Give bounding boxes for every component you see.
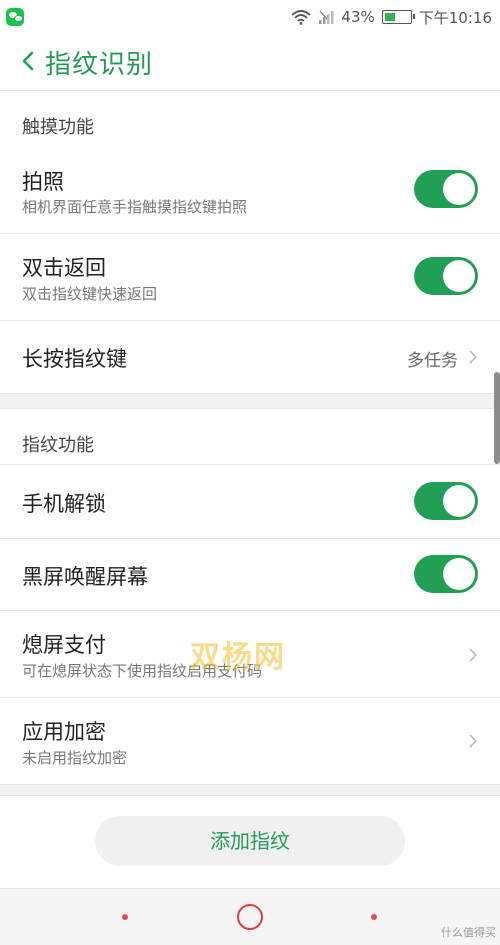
toggle-knob <box>443 558 475 590</box>
section-header-fingerprint: 指纹功能 <box>0 409 500 465</box>
chevron-right-icon <box>469 734 478 748</box>
setting-row-wake-screen[interactable]: 黑屏唤醒屏幕 <box>0 539 500 611</box>
toggle-knob <box>443 173 475 205</box>
footer-divider <box>0 785 500 796</box>
home-icon[interactable] <box>237 904 263 930</box>
back-dot-icon[interactable] <box>371 914 377 920</box>
row-value: 多任务 <box>407 351 458 371</box>
section-divider <box>0 394 500 409</box>
back-arrow-icon[interactable] <box>18 48 40 74</box>
photo-toggle[interactable] <box>414 170 478 208</box>
setting-row-photo[interactable]: 拍照 相机界面任意手指触摸指纹键拍照 <box>0 146 500 234</box>
scroll-handle[interactable] <box>494 372 500 464</box>
clock: 下午10:16 <box>418 8 492 27</box>
status-indicators: 43% 下午10:16 <box>291 0 492 34</box>
section-header-label: 指纹功能 <box>22 435 94 456</box>
toggle-knob <box>443 485 475 517</box>
setting-row-long-press[interactable]: 长按指纹键 多任务 <box>0 321 500 394</box>
menu-dot-icon[interactable] <box>122 914 128 920</box>
corner-watermark: 什么值得买 <box>441 926 496 939</box>
setting-row-unlock[interactable]: 手机解锁 <box>0 465 500 539</box>
row-subtitle: 双击指纹键快速返回 <box>22 285 158 303</box>
signal-icon <box>319 10 334 24</box>
wake-screen-toggle[interactable] <box>414 555 478 593</box>
row-title: 双击返回 <box>22 256 106 280</box>
unlock-toggle[interactable] <box>414 482 478 520</box>
row-title: 熄屏支付 <box>22 633 106 657</box>
double-tap-toggle[interactable] <box>414 257 478 295</box>
toggle-knob <box>443 260 475 292</box>
section-header-touch: 触摸功能 <box>0 91 500 147</box>
watermark: 双杨网 <box>190 640 286 675</box>
row-title: 手机解锁 <box>22 492 106 516</box>
row-title: 应用加密 <box>22 720 106 744</box>
add-fingerprint-button[interactable]: 添加指纹 <box>95 816 405 866</box>
page-title: 指纹识别 <box>45 50 154 80</box>
title-bar: 指纹识别 <box>0 34 500 91</box>
row-subtitle: 相机界面任意手指触摸指纹键拍照 <box>22 198 248 216</box>
chevron-right-icon <box>469 648 478 662</box>
setting-row-double-tap-back[interactable]: 双击返回 双击指纹键快速返回 <box>0 234 500 321</box>
setting-row-app-lock[interactable]: 应用加密 未启用指纹加密 <box>0 698 500 785</box>
navigation-bar <box>0 888 500 945</box>
row-subtitle: 未启用指纹加密 <box>22 749 128 767</box>
row-title: 黑屏唤醒屏幕 <box>22 565 148 589</box>
row-title: 长按指纹键 <box>22 347 127 371</box>
status-bar: 43% 下午10:16 <box>0 0 500 34</box>
row-title: 拍照 <box>22 170 64 194</box>
wifi-icon <box>291 10 312 25</box>
battery-percent: 43% <box>341 8 375 26</box>
wechat-icon <box>6 8 24 26</box>
chevron-right-icon <box>469 350 478 364</box>
battery-icon <box>381 10 415 24</box>
battery-fill <box>384 13 396 21</box>
section-header-label: 触摸功能 <box>22 117 94 138</box>
